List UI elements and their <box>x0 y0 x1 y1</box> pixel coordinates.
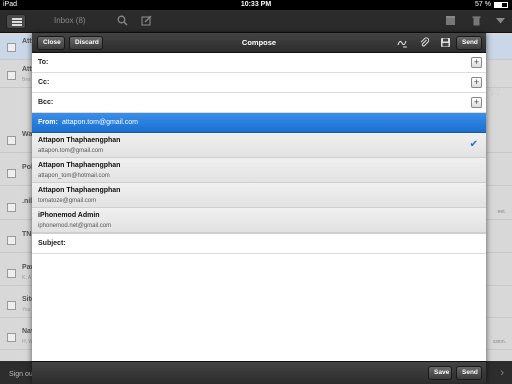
row-sender: Wa <box>22 131 33 138</box>
from-value: attapon.tom@gmail.com <box>62 119 138 126</box>
bcc-field[interactable]: Bcc: + <box>32 93 486 113</box>
inbox-title[interactable]: Inbox (8) <box>54 16 86 25</box>
account-option[interactable]: Attapon Thaphaengphan tomatoze@gmail.com <box>32 183 486 208</box>
account-name: iPhonemod Admin <box>38 212 100 219</box>
row-snippet: You <box>22 307 31 313</box>
trash-icon[interactable] <box>470 15 482 27</box>
row-checkbox[interactable] <box>7 301 16 310</box>
dropdown-icon[interactable] <box>494 15 506 27</box>
compose-header: Close Discard Compose Send <box>32 33 486 53</box>
to-label: To: <box>38 59 49 66</box>
row-checkbox[interactable] <box>7 71 16 80</box>
from-label: From: <box>38 119 58 126</box>
save-draft-icon[interactable] <box>439 37 451 49</box>
account-email: iphonemod.net@gmail.com <box>38 223 112 229</box>
clock: 10:33 PM <box>240 1 272 8</box>
star-icon[interactable]: ☆ <box>488 81 502 101</box>
row-sender: .nil <box>22 198 33 205</box>
row-checkbox[interactable] <box>7 236 16 245</box>
account-option[interactable]: Attapon Thaphaengphan attapon_tom@hotmai… <box>32 158 486 183</box>
cc-label: Cc: <box>38 79 50 86</box>
from-field[interactable]: From: attapon.tom@gmail.com <box>32 113 486 133</box>
app-toolbar: Inbox (8) <box>0 10 512 33</box>
account-name: Attapon Thaphaengphan <box>38 187 121 194</box>
row-checkbox[interactable] <box>7 203 16 212</box>
row-snippet: K, A <box>22 275 32 281</box>
account-option[interactable]: iPhonemod Admin iphonemod.net@gmail.com <box>32 208 486 233</box>
add-cc-contact-icon[interactable]: + <box>471 77 482 88</box>
attachment-icon[interactable] <box>418 37 430 49</box>
account-email: attapon.tom@gmail.com <box>38 148 104 154</box>
message-body[interactable] <box>32 254 486 361</box>
row-checkbox[interactable] <box>7 169 16 178</box>
row-checkbox[interactable] <box>7 269 16 278</box>
from-account-list: Attapon Thaphaengphan attapon.tom@gmail.… <box>32 133 486 233</box>
cc-field[interactable]: Cc: + <box>32 73 486 93</box>
to-field[interactable]: To: + <box>32 53 486 73</box>
account-email: attapon_tom@hotmail.com <box>38 173 110 179</box>
menu-icon[interactable] <box>6 14 26 29</box>
account-email: tomatoze@gmail.com <box>38 198 97 204</box>
account-name: Attapon Thaphaengphan <box>38 137 121 144</box>
battery-icon <box>494 2 508 8</box>
row-snippet-right: eet. <box>497 209 506 215</box>
add-bcc-contact-icon[interactable]: + <box>471 97 482 108</box>
row-checkbox[interactable] <box>7 136 16 145</box>
send-button[interactable]: Send <box>456 36 482 50</box>
search-icon[interactable] <box>116 15 128 27</box>
status-bar: iPad 10:33 PM 57 % <box>0 0 512 10</box>
row-snippet-right: ssion. <box>492 339 506 345</box>
account-name: Attapon Thaphaengphan <box>38 162 121 169</box>
compose-footer: Save Send <box>32 361 486 384</box>
account-option[interactable]: Attapon Thaphaengphan attapon.tom@gmail.… <box>32 133 486 158</box>
archive-icon[interactable] <box>444 15 456 27</box>
add-to-contact-icon[interactable]: + <box>471 57 482 68</box>
save-button[interactable]: Save <box>428 366 452 380</box>
battery-percent: 57 % <box>475 1 491 8</box>
chevron-right-icon[interactable]: › <box>500 367 504 379</box>
signature-icon[interactable] <box>396 37 408 49</box>
compose-icon[interactable] <box>140 15 152 27</box>
battery-status: 57 % <box>475 0 508 10</box>
bcc-label: Bcc: <box>38 99 54 106</box>
subject-label: Subject: <box>38 240 66 247</box>
row-checkbox[interactable] <box>7 333 16 342</box>
row-checkbox[interactable] <box>7 43 16 52</box>
sign-out-link[interactable]: Sign out <box>9 371 35 378</box>
subject-field[interactable]: Subject: <box>32 233 486 254</box>
row-snippet: Bes <box>22 77 31 83</box>
footer-send-button[interactable]: Send <box>456 366 482 380</box>
checkmark-icon: ✔ <box>469 139 478 150</box>
compose-dialog: Close Discard Compose Send To: + Cc: + B… <box>32 33 486 384</box>
